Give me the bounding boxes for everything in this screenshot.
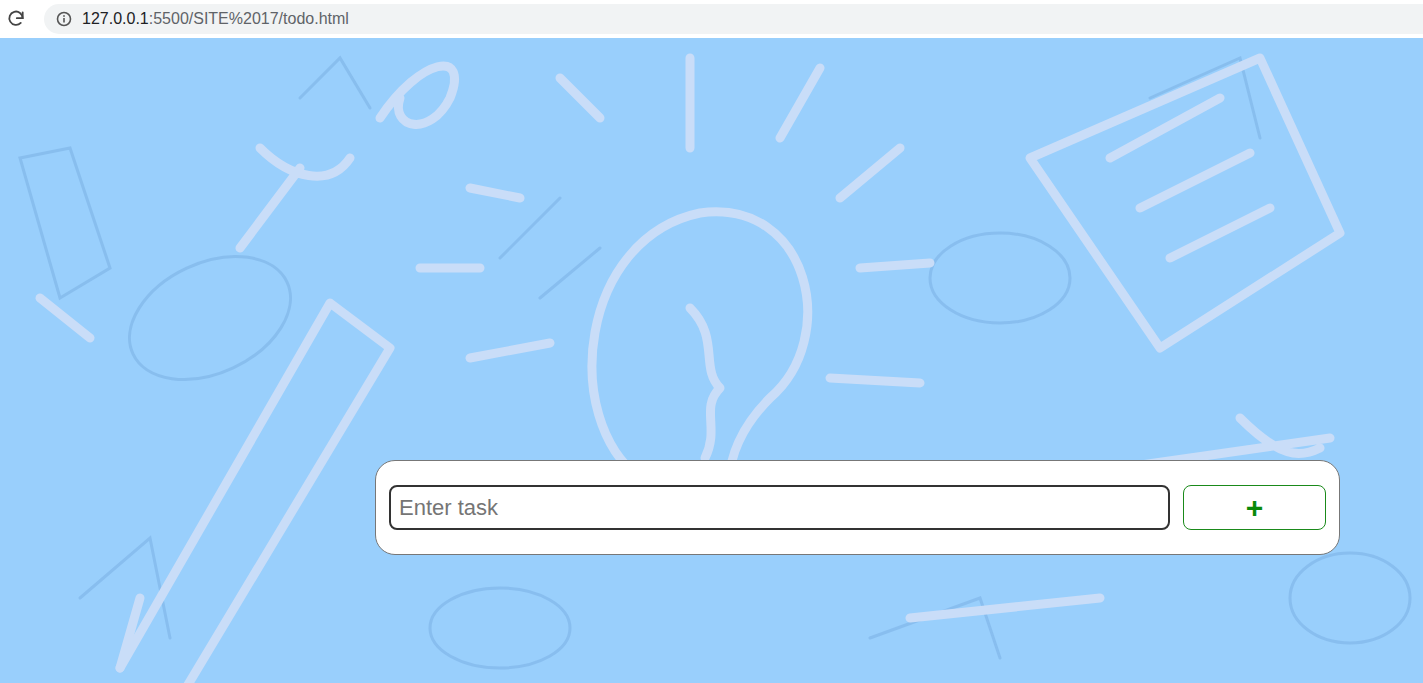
reload-icon[interactable] (6, 9, 26, 29)
browser-toolbar: 127.0.0.1:5500/SITE%2017/todo.html (0, 0, 1423, 38)
todo-form: + (375, 460, 1340, 555)
add-button[interactable]: + (1183, 485, 1326, 530)
page: + (0, 38, 1423, 683)
info-icon[interactable] (56, 11, 72, 27)
url-text: 127.0.0.1:5500/SITE%2017/todo.html (82, 7, 349, 31)
browser-window: 127.0.0.1:5500/SITE%2017/todo.html + (0, 0, 1423, 683)
doodle-background-icon (0, 38, 1423, 683)
task-input[interactable] (389, 485, 1170, 530)
address-bar[interactable]: 127.0.0.1:5500/SITE%2017/todo.html (44, 4, 1423, 34)
